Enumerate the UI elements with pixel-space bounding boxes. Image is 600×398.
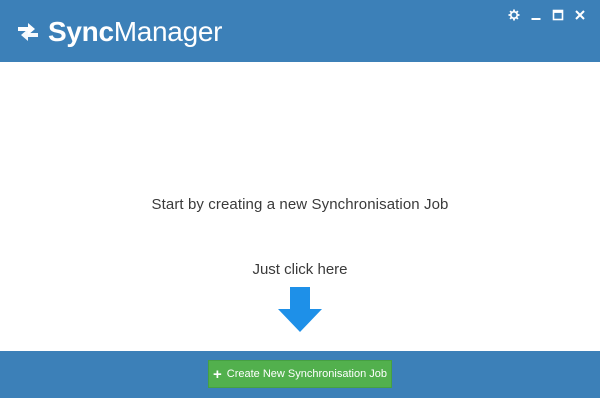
- app-title: SyncManager: [48, 16, 222, 48]
- close-icon: [575, 10, 585, 20]
- app-title-bold: Sync: [48, 16, 114, 47]
- maximize-icon: [552, 9, 564, 21]
- create-button-label: Create New Synchronisation Job: [226, 368, 387, 380]
- app-logo: SyncManager: [14, 16, 222, 48]
- title-bar[interactable]: SyncManager: [0, 0, 600, 62]
- sync-logo-icon: [18, 23, 38, 41]
- main-content: Start by creating a new Synchronisation …: [0, 62, 600, 351]
- app-window: SyncManager Start by creating a new Sync…: [0, 0, 600, 398]
- plus-icon: +: [213, 365, 222, 383]
- create-new-sync-job-button[interactable]: + Create New Synchronisation Job: [208, 360, 392, 388]
- minimize-icon: [531, 18, 541, 20]
- gear-icon: [508, 9, 520, 21]
- window-controls: [502, 6, 590, 24]
- maximize-button[interactable]: [548, 6, 568, 24]
- minimize-button[interactable]: [526, 6, 546, 24]
- close-button[interactable]: [570, 6, 590, 24]
- footer-bar: + Create New Synchronisation Job: [0, 351, 600, 398]
- arrow-down-icon: [278, 287, 322, 332]
- settings-button[interactable]: [504, 6, 524, 24]
- click-hint: Just click here: [252, 261, 348, 278]
- app-title-regular: Manager: [113, 16, 223, 47]
- empty-state-prompt: Start by creating a new Synchronisation …: [151, 196, 449, 213]
